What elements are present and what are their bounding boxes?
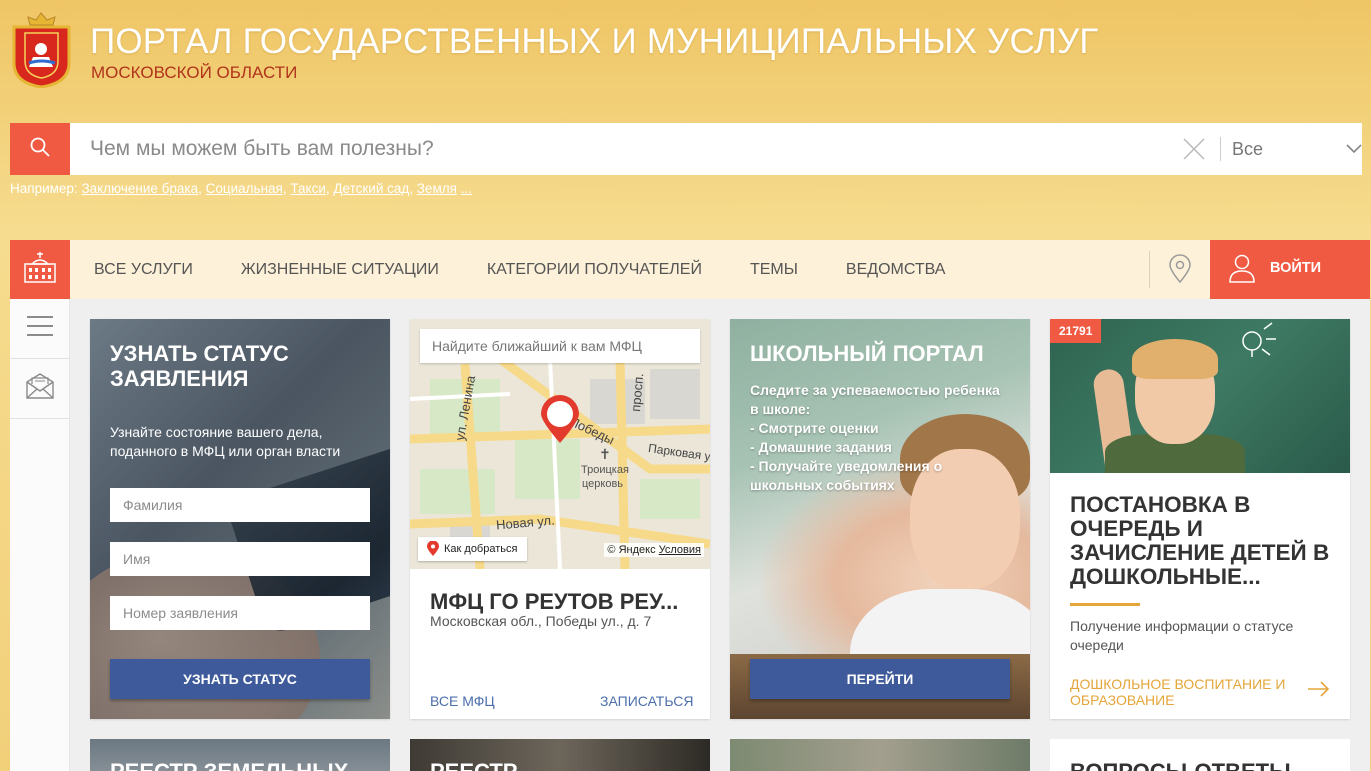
search-scope-select[interactable]: Все — [1232, 123, 1362, 175]
school-portal-card: ШКОЛЬНЫЙ ПОРТАЛ Следите за успеваемостью… — [730, 319, 1030, 719]
status-card: УЗНАТЬ СТАТУС ЗАЯВЛЕНИЯ Узнайте состояни… — [90, 319, 390, 719]
go-to-school-portal-button[interactable]: ПЕРЕЙТИ — [750, 659, 1010, 699]
queue-count-badge: 21791 — [1050, 319, 1102, 343]
mfc-name[interactable]: МФЦ ГО РЕУТОВ РЕУ... — [430, 589, 678, 615]
search-examples: Например: Заключение брака, Социальная, … — [10, 181, 472, 196]
church-cross-icon: ✝ — [599, 446, 611, 462]
login-label: ВОЙТИ — [1270, 260, 1322, 276]
user-icon — [1228, 253, 1256, 288]
check-status-button[interactable]: УЗНАТЬ СТАТУС — [110, 659, 370, 699]
nav-item-departments[interactable]: ВЕДОМСТВА — [846, 261, 946, 279]
queue-card-description: Получение информации о статусе очереди — [1070, 618, 1294, 653]
land-registry-title: РЕЕСТР ЗЕМЕЛЬНЫХ — [110, 759, 348, 771]
faq-card[interactable]: ВОПРОСЫ-ОТВЕТЫ — [1050, 739, 1350, 771]
arrow-right-icon[interactable] — [1308, 681, 1330, 702]
messages-button[interactable] — [10, 359, 70, 419]
lightbulb-drawing-icon — [1242, 322, 1276, 357]
nav-item-life-situations[interactable]: ЖИЗНЕННЫЕ СИТУАЦИИ — [241, 261, 439, 279]
map-terms-link[interactable]: Условия — [659, 544, 701, 556]
site-header: ПОРТАЛ ГОСУДАРСТВЕННЫХ И МУНИЦИПАЛЬНЫХ У… — [0, 0, 1371, 120]
building-icon — [22, 250, 58, 289]
search-input[interactable] — [90, 123, 1170, 175]
examples-label: Например: — [10, 181, 78, 196]
school-portal-title: ШКОЛЬНЫЙ ПОРТАЛ — [750, 341, 984, 366]
mfc-search-input[interactable] — [420, 329, 700, 363]
sidebar — [10, 299, 70, 771]
title-underline — [1070, 603, 1140, 606]
search-icon — [29, 136, 51, 163]
portal-title: ПОРТАЛ ГОСУДАРСТВЕННЫХ И МУНИЦИПАЛЬНЫХ У… — [90, 22, 1099, 61]
map-attribution: © Яндекс Условия — [604, 543, 704, 557]
kindergarten-queue-card: 21791 ПОСТАНОВКА В ОЧЕРЕДЬ И ЗАЧИСЛЕНИЕ … — [1050, 319, 1350, 719]
directions-button[interactable]: Как добраться — [418, 537, 528, 561]
land-registry-card[interactable]: РЕЕСТР ЗЕМЕЛЬНЫХ — [90, 739, 390, 771]
name-field[interactable] — [110, 542, 370, 576]
search-divider — [1220, 137, 1221, 161]
application-number-field[interactable] — [110, 596, 370, 630]
example-link-land[interactable]: Земля — [417, 181, 457, 196]
registry-title: РЕЕСТР — [430, 759, 517, 771]
registry-card[interactable]: РЕЕСТР — [410, 739, 710, 771]
example-link-more[interactable]: ... — [461, 181, 472, 196]
all-mfc-link[interactable]: ВСЕ МФЦ — [430, 693, 495, 709]
example-link-marriage[interactable]: Заключение брака — [81, 181, 198, 196]
map-pin-icon[interactable] — [537, 393, 583, 450]
example-link-social[interactable]: Социальная — [206, 181, 283, 196]
search-button[interactable] — [10, 123, 70, 175]
login-button[interactable]: ВОЙТИ — [1210, 240, 1370, 299]
home-button[interactable] — [10, 240, 70, 299]
portal-subtitle: МОСКОВСКОЙ ОБЛАСТИ — [91, 63, 298, 82]
mfc-address: Московская обл., Победы ул., д. 7 — [430, 613, 652, 629]
school-portal-description: Следите за успеваемостью ребенка в школе… — [750, 382, 1000, 493]
faq-title: ВОПРОСЫ-ОТВЕТЫ — [1070, 759, 1291, 771]
nav-menu: ВСЕ УСЛУГИ ЖИЗНЕННЫЕ СИТУАЦИИ КАТЕГОРИИ … — [94, 240, 993, 299]
search-bar: Все — [70, 123, 1362, 175]
mfc-card: ул. Ленина просп. Победы Парковая ул. Но… — [410, 319, 710, 719]
directions-label: Как добраться — [444, 543, 518, 555]
yandex-copyright: © Яндекс — [607, 544, 656, 556]
menu-icon — [27, 315, 53, 342]
close-icon[interactable] — [1182, 137, 1206, 161]
photo-hair — [1132, 339, 1218, 379]
preschool-education-link[interactable]: ДОШКОЛЬНОЕ ВОСПИТАНИЕ И ОБРАЗОВАНИЕ — [1070, 676, 1310, 708]
nav-item-topics[interactable]: ТЕМЫ — [750, 261, 798, 279]
menu-button[interactable] — [10, 299, 70, 359]
status-card-title: УЗНАТЬ СТАТУС ЗАЯВЛЕНИЯ — [110, 341, 289, 391]
book-appointment-link[interactable]: ЗАПИСАТЬСЯ — [600, 693, 693, 709]
status-card-description: Узнайте состояние вашего дела, поданного… — [110, 424, 341, 459]
example-link-kindergarten[interactable]: Детский сад — [333, 181, 409, 196]
example-link-taxi[interactable]: Такси — [290, 181, 326, 196]
location-pin-icon[interactable] — [1166, 254, 1194, 284]
nav-item-recipient-categories[interactable]: КАТЕГОРИИ ПОЛУЧАТЕЛЕЙ — [487, 261, 702, 279]
main-nav: ВСЕ УСЛУГИ ЖИЗНЕННЫЕ СИТУАЦИИ КАТЕГОРИИ … — [10, 240, 1370, 299]
map-label-church: церковь — [582, 478, 624, 490]
coat-of-arms-icon[interactable] — [11, 11, 72, 89]
mfc-map[interactable]: ул. Ленина просп. Победы Парковая ул. Но… — [410, 319, 710, 569]
nav-item-all-services[interactable]: ВСЕ УСЛУГИ — [94, 261, 193, 279]
search-scope-value: Все — [1232, 138, 1264, 159]
nav-divider — [1149, 251, 1150, 288]
queue-card-title[interactable]: ПОСТАНОВКА В ОЧЕРЕДЬ И ЗАЧИСЛЕНИЕ ДЕТЕЙ … — [1070, 493, 1340, 589]
surname-field[interactable] — [110, 488, 370, 522]
map-label-troitskaya: Троицкая — [581, 464, 629, 476]
mail-icon — [25, 372, 55, 405]
aerial-photo-card[interactable] — [730, 739, 1030, 771]
